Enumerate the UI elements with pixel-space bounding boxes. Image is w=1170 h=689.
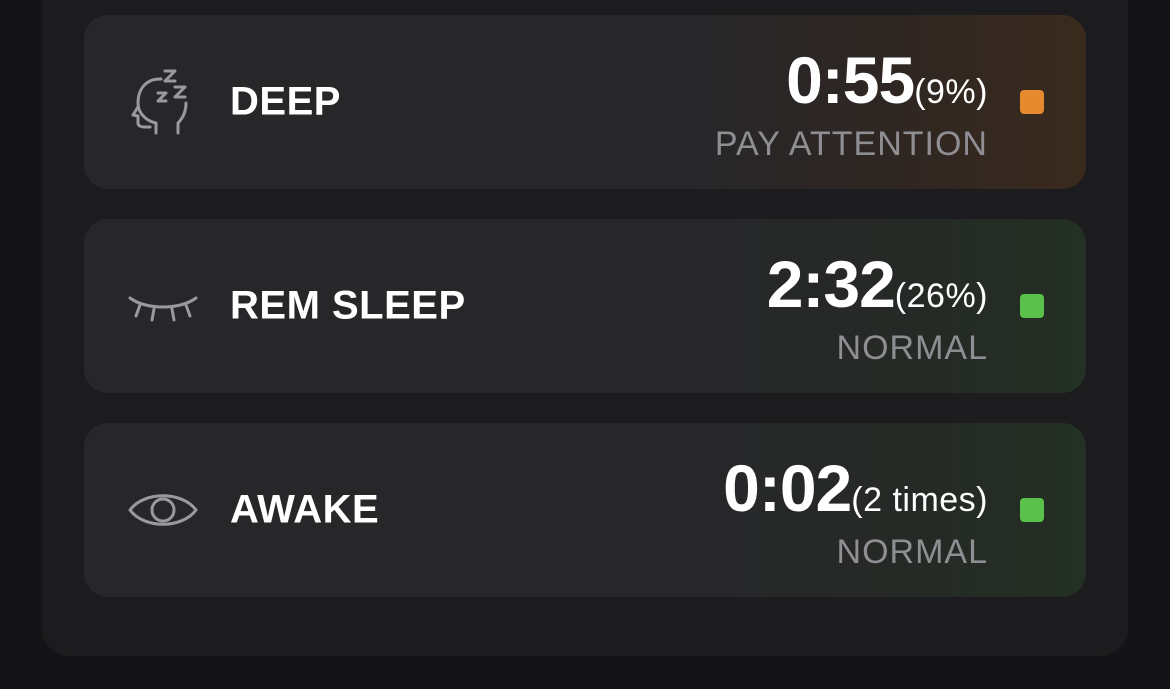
sleep-stage-row-awake[interactable]: AWAKE 0:02(2 times) NORMAL [84,423,1086,597]
stage-duration-group: 0:55(9%) [786,45,988,115]
sleep-stage-row-deep[interactable]: DEEP 0:55(9%) PAY ATTENTION [84,15,1086,189]
stage-label: DEEP [230,79,341,124]
closed-eye-icon [128,271,198,341]
status-indicator [1020,498,1044,522]
stage-status: NORMAL [836,329,988,367]
stage-status: PAY ATTENTION [714,125,988,163]
stage-status: NORMAL [836,533,988,571]
stage-label: AWAKE [230,487,380,532]
status-indicator [1020,294,1044,318]
stage-percentage: (9%) [914,73,988,111]
stage-label: REM SLEEP [230,283,466,328]
stage-duration-group: 0:02(2 times) [723,453,988,523]
head-zzz-icon [128,67,198,137]
sleep-stage-row-rem[interactable]: REM SLEEP 2:32(26%) NORMAL [84,219,1086,393]
open-eye-icon [128,475,198,545]
stage-duration: 0:02 [723,451,852,525]
stage-duration: 2:32 [766,247,896,321]
stage-wake-count: (2 times) [851,481,988,519]
stage-duration-group: 2:32(26%) [767,249,988,319]
stage-duration: 0:55 [786,43,915,117]
status-indicator [1020,90,1044,114]
stage-percentage: (26%) [894,277,988,315]
